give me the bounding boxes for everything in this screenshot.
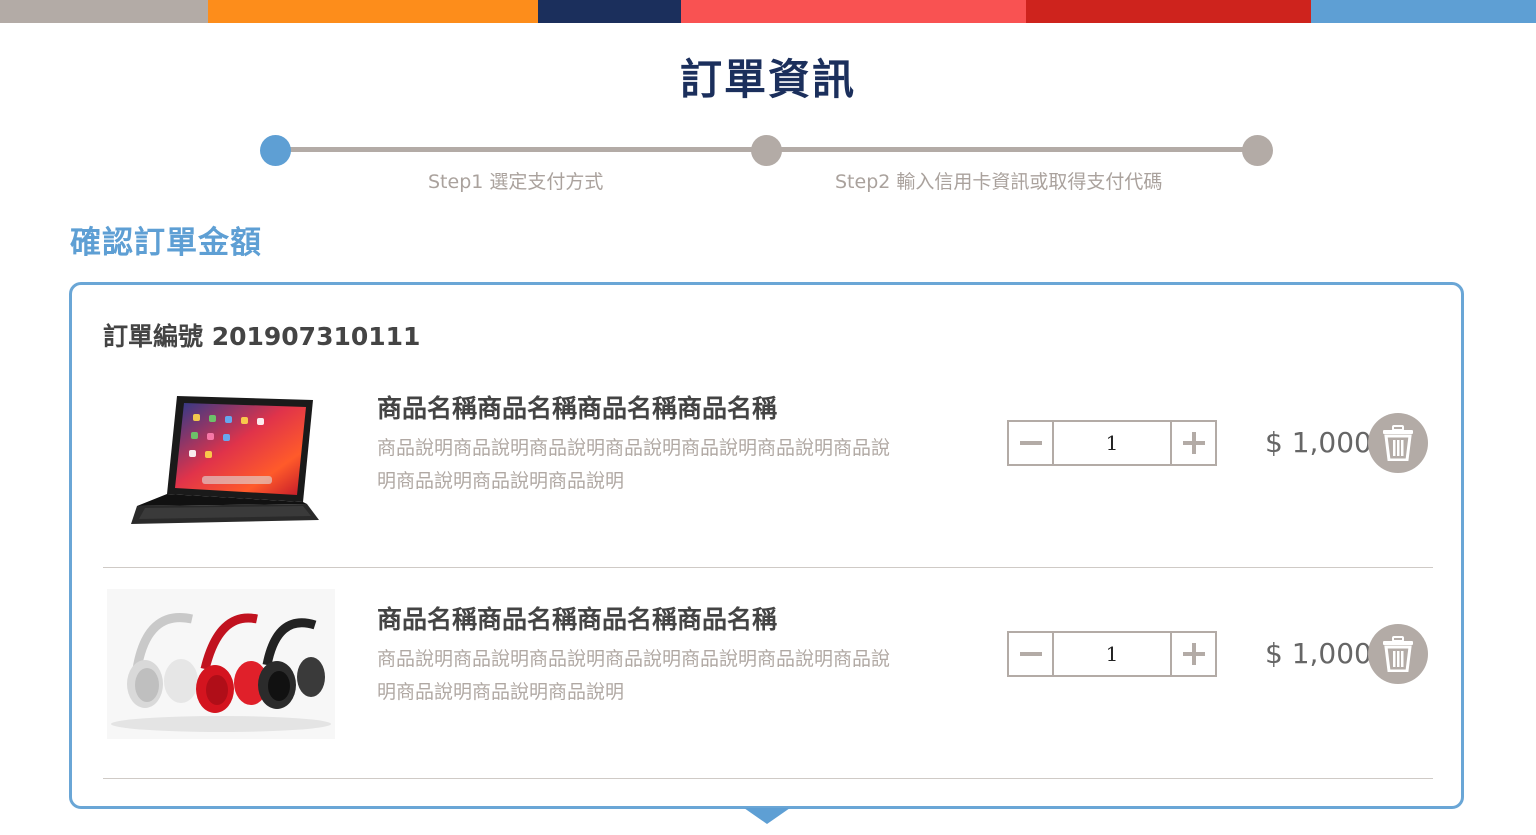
trash-icon xyxy=(1383,636,1413,672)
item-divider xyxy=(103,567,1433,568)
delete-item-button[interactable] xyxy=(1368,413,1428,473)
color-segment xyxy=(681,0,1026,23)
section-title: 確認訂單金額 xyxy=(70,225,262,261)
chevron-down-icon xyxy=(744,808,790,824)
product-description: 商品說明商品說明商品說明商品說明商品說明商品說明商品說明商品說明商品說明商品說明 xyxy=(377,648,891,703)
color-segment xyxy=(1026,0,1311,23)
product-name: 商品名稱商品名稱商品名稱商品名稱 xyxy=(377,394,778,423)
product-image-headphones xyxy=(107,589,335,739)
step-dot-current xyxy=(260,135,291,166)
item-price: $ 1,000 xyxy=(1265,637,1372,670)
decrease-quantity-button[interactable] xyxy=(1009,633,1054,675)
trash-icon xyxy=(1383,425,1413,461)
color-segment xyxy=(208,0,538,23)
order-item: 商品名稱商品名稱商品名稱商品名稱 商品說明商品說明商品說明商品說明商品說明商品說… xyxy=(103,569,1433,779)
quantity-stepper xyxy=(1007,420,1217,466)
top-color-bar xyxy=(0,0,1536,23)
product-name: 商品名稱商品名稱商品名稱商品名稱 xyxy=(377,605,778,634)
item-price: $ 1,000 xyxy=(1265,426,1372,459)
order-number: 訂單編號 201907310111 xyxy=(103,322,421,351)
minus-icon xyxy=(1019,441,1042,445)
order-item: 商品名稱商品名稱商品名稱商品名稱 商品說明商品說明商品說明商品說明商品說明商品說… xyxy=(103,358,1433,568)
step-dot-1 xyxy=(751,135,782,166)
quantity-input[interactable] xyxy=(1054,422,1170,464)
decrease-quantity-button[interactable] xyxy=(1009,422,1054,464)
quantity-stepper xyxy=(1007,631,1217,677)
product-image-tablet xyxy=(107,378,335,528)
step-dot-2 xyxy=(1242,135,1273,166)
color-segment xyxy=(0,0,208,23)
plus-icon xyxy=(1182,643,1205,665)
color-segment xyxy=(1311,0,1536,23)
page-title: 訂單資訊 xyxy=(679,55,856,104)
step-2-label: Step2 輸入信用卡資訊或取得支付代碼 xyxy=(835,171,1163,193)
delete-item-button[interactable] xyxy=(1368,624,1428,684)
increase-quantity-button[interactable] xyxy=(1170,633,1215,675)
order-summary-box: 訂單編號 201907310111 商品名稱商品名稱商品名稱商品名稱 商品說明商… xyxy=(69,282,1464,809)
step-1-label: Step1 選定支付方式 xyxy=(428,171,604,193)
minus-icon xyxy=(1019,652,1042,656)
color-segment xyxy=(538,0,681,23)
item-divider xyxy=(103,778,1433,779)
product-description: 商品說明商品說明商品說明商品說明商品說明商品說明商品說明商品說明商品說明商品說明 xyxy=(377,437,891,492)
increase-quantity-button[interactable] xyxy=(1170,422,1215,464)
plus-icon xyxy=(1182,432,1205,454)
quantity-input[interactable] xyxy=(1054,633,1170,675)
progress-stepper: Step1 選定支付方式 Step2 輸入信用卡資訊或取得支付代碼 xyxy=(260,133,1274,203)
